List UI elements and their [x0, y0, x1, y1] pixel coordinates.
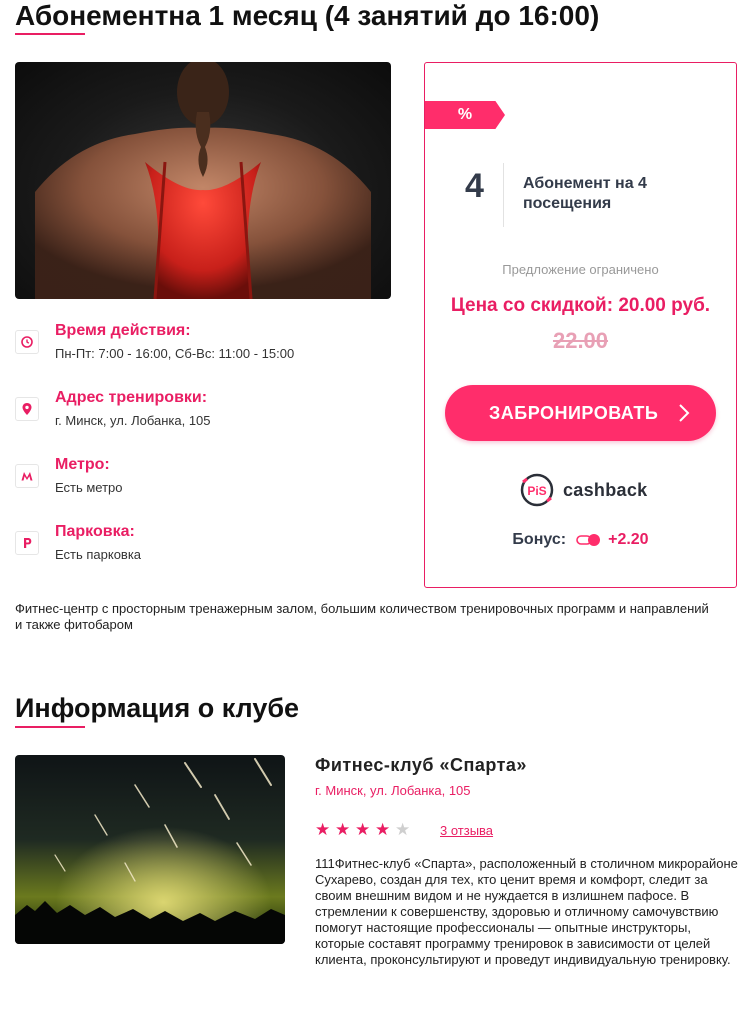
star-icon: ★ [335, 820, 351, 839]
club-image[interactable] [15, 755, 285, 944]
star-empty-icon: ★ [395, 820, 411, 839]
location-pin-icon [15, 397, 39, 421]
book-button-label: ЗАБРОНИРОВАТЬ [489, 402, 659, 423]
club-name[interactable]: Фитнес-клуб «Спарта» [315, 755, 527, 776]
parking-label: Парковка: [55, 523, 135, 540]
club-address: г. Минск, ул. Лобанка, 105 [315, 783, 471, 798]
bonus-label: Бонус: [512, 531, 567, 548]
rating-stars: ★ ★ ★ ★ ★ [315, 820, 415, 840]
club-section-title: Информация о клубе [15, 693, 300, 723]
count-divider [503, 163, 504, 227]
address-value: г. Минск, ул. Лобанка, 105 [55, 413, 211, 428]
cashback-logo: PiS cashback [519, 473, 647, 507]
cashback-badge-text: PiS [527, 484, 546, 498]
parking-value: Есть парковка [55, 547, 142, 562]
subscription-label: Абонемент на 4 посещения [523, 175, 647, 212]
metro-icon [15, 464, 39, 488]
limited-offer-note: Предложение ограничено [502, 262, 659, 277]
discount-tag: % [425, 101, 505, 129]
clock-icon [15, 330, 39, 354]
parking-icon [15, 531, 39, 555]
metro-label: Метро: [55, 456, 110, 473]
validity-value: Пн-Пт: 7:00 - 16:00, Сб-Вс: 11:00 - 15:0… [55, 346, 295, 361]
old-price-value: 22.00 [552, 328, 609, 353]
star-icon: ★ [315, 820, 331, 839]
hero-image [15, 62, 391, 299]
bonus-value: +2.20 [608, 531, 649, 548]
bonus-row: Бонус: +2.20 [425, 531, 736, 549]
cashback-text: cashback [563, 479, 648, 500]
reviews-link[interactable]: 3 отзыва [440, 823, 493, 838]
chevron-right-icon [679, 404, 690, 422]
discount-price: Цена со скидкой: 20.00 руб. [450, 295, 711, 316]
pis-logo-icon: PiS [520, 473, 554, 507]
star-icon: ★ [375, 820, 391, 839]
bonus-coin-icon [576, 534, 601, 546]
offer-description: Фитнес-центр с просторным тренажерным за… [15, 601, 709, 632]
validity-label: Время действия: [55, 322, 191, 339]
club-description: 111Фитнес-клуб «Спарта», расположенный в… [315, 856, 738, 967]
section-underline [15, 726, 85, 728]
old-price: 22.00 [425, 328, 736, 354]
title-underline [15, 33, 85, 35]
metro-value: Есть метро [55, 480, 123, 495]
offer-card: % 4 Абонемент на 4 посещения Предложение… [424, 62, 737, 588]
page-title: Абонементна 1 месяц (4 занятий до 16:00) [15, 0, 600, 31]
visit-count: 4 [465, 167, 484, 205]
star-icon: ★ [355, 820, 371, 839]
address-label: Адрес тренировки: [55, 389, 208, 406]
book-button[interactable]: ЗАБРОНИРОВАТЬ [445, 385, 716, 441]
